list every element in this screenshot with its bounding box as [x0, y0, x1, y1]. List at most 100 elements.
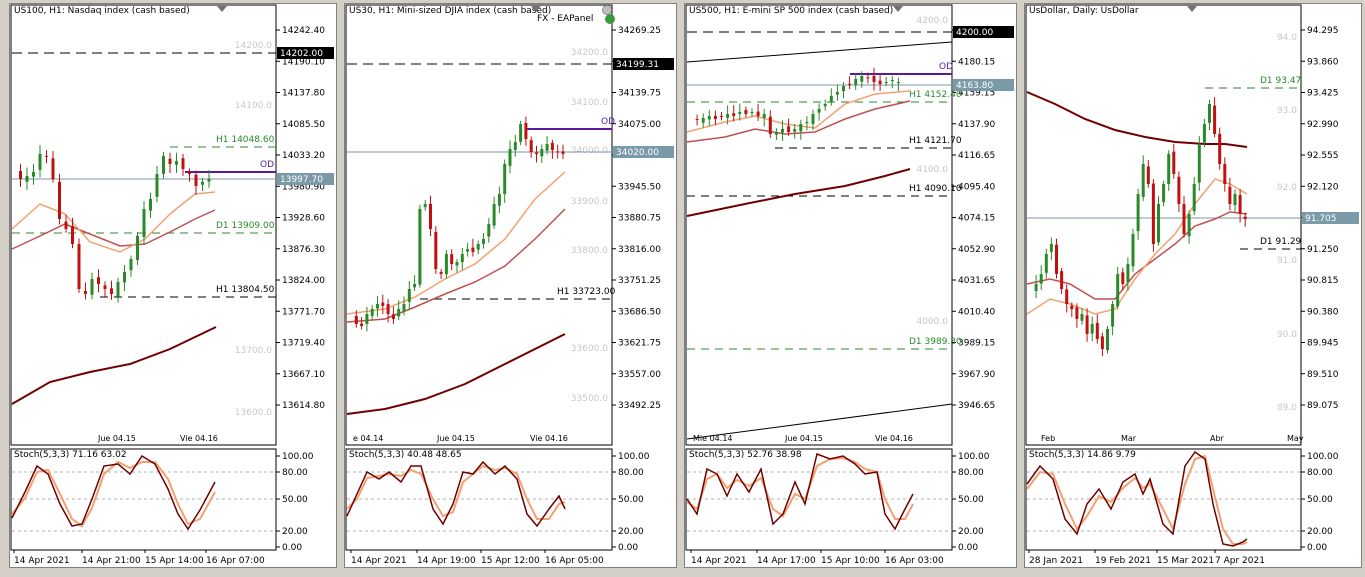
stoch-tick-label: 100.00	[1307, 452, 1339, 462]
candle-body	[439, 271, 443, 274]
candle-body	[860, 76, 864, 82]
date-axis-label: 7 Apr 2021	[1215, 556, 1265, 566]
date-axis-label: 16 Apr 07:00	[206, 556, 265, 566]
chart-title: UsDollar, Daily: UsDollar	[1029, 6, 1139, 16]
candle-body	[793, 129, 797, 132]
candle-body	[381, 302, 385, 306]
stoch-tick-label: 0.00	[618, 543, 638, 553]
chart-svg-us500[interactable]: 4200.004180.154159.154137.904116.654095.…	[685, 4, 1016, 567]
round-level-label: 34000.0	[571, 146, 608, 156]
chart-panel-us500[interactable]: 4200.004180.154159.154137.904116.654095.…	[684, 3, 1017, 568]
level-label: H1 13804.50	[216, 285, 275, 295]
candle-body	[513, 142, 517, 150]
candle-body	[1197, 144, 1201, 183]
candle-body	[45, 155, 48, 157]
candle-body	[799, 124, 803, 132]
candle-body	[1172, 151, 1176, 174]
candle-body	[103, 285, 107, 289]
stoch-tick-label: 20.00	[618, 527, 644, 537]
candle-body	[823, 104, 827, 107]
candle-body	[418, 209, 422, 285]
candle-body	[781, 129, 784, 133]
candle-body	[529, 140, 533, 152]
price-tick-label: 33492.25	[618, 401, 661, 411]
date-axis-label: 16 Apr 05:00	[545, 556, 604, 566]
price-tick-label: 4095.40	[958, 182, 995, 192]
candle-body	[1090, 324, 1094, 334]
chart-svg-us100[interactable]: 14242.4014190.1014137.8014085.5014033.20…	[10, 4, 336, 567]
price-tick-label: 13928.60	[282, 214, 325, 224]
candle-body	[1100, 336, 1104, 349]
candle-body	[1085, 315, 1089, 334]
candle-body	[720, 116, 723, 118]
chart-svg-us30[interactable]: 34269.2534204.2034139.7534075.0034010.25…	[345, 4, 676, 567]
round-level-label: 34200.0	[571, 48, 608, 58]
stoch-tick-label: 100.00	[618, 452, 650, 462]
price-tick-label: 90.380	[1307, 307, 1339, 317]
candle-body	[1187, 214, 1191, 237]
candle-body	[1177, 176, 1181, 204]
chart-title: US100, H1: Nasdaq index (cash based)	[14, 6, 190, 16]
price-tick-label: 4052.90	[958, 245, 995, 255]
stoch-signal-line	[686, 456, 914, 520]
candle-body	[142, 209, 146, 238]
date-axis-label: 15 Apr 12:00	[481, 556, 540, 566]
candle-body	[1131, 234, 1135, 267]
chart-title: US30, H1: Mini-sized DJIA index (cash ba…	[349, 6, 552, 16]
chart-panel-usdollar[interactable]: 94.29593.86093.42592.99092.55592.12091.6…	[1024, 3, 1362, 568]
price-tick-label: 3967.90	[958, 370, 995, 380]
eapanel-icon[interactable]	[605, 14, 615, 24]
time-axis-label: Jue 04.15	[436, 434, 475, 443]
round-level-label: 94.0	[1277, 33, 1297, 43]
round-level-label: 33800.0	[571, 246, 608, 256]
chevron-down-icon[interactable]	[893, 6, 903, 12]
candle-body	[701, 118, 705, 123]
candle-body	[756, 111, 760, 116]
round-level-label: 13700.0	[235, 346, 272, 356]
candle-body	[1136, 194, 1140, 232]
price-tick-label: 90.815	[1307, 276, 1339, 286]
candle-body	[1116, 274, 1120, 307]
candle-body	[497, 194, 501, 206]
price-tick-label: 4031.65	[958, 276, 995, 286]
date-axis-label: 19 Feb 2021	[1095, 556, 1151, 566]
stoch-tick-label: 0.00	[282, 543, 302, 553]
level-tag: 34199.31	[616, 60, 659, 70]
stoch-plot-frame	[1025, 448, 1302, 551]
price-tick-label: 13824.00	[282, 276, 325, 286]
chevron-down-icon[interactable]	[217, 6, 227, 12]
candle-body	[407, 289, 411, 302]
stoch-tick-label: 0.00	[1307, 543, 1327, 553]
round-level-label: 91.0	[1277, 256, 1297, 266]
level-label: D1 91.29	[1260, 237, 1302, 247]
candle-body	[1080, 314, 1084, 321]
time-axis-label: Mie 04.14	[693, 434, 733, 443]
chart-panel-us100[interactable]: 14242.40 14190.10 14137.80 14085.50 14033.20…	[9, 3, 337, 568]
level-label: D1 93.47	[1260, 76, 1301, 86]
price-tick-label: 89.945	[1307, 339, 1339, 349]
price-tick-label: 92.120	[1307, 182, 1339, 192]
ma-fast-line	[346, 171, 566, 315]
chevron-down-icon[interactable]	[531, 6, 541, 12]
candle-body	[181, 158, 185, 169]
price-tick-label: 13876.30	[282, 245, 325, 255]
price-tick-label: 13719.40	[282, 339, 325, 349]
candle-body	[376, 304, 379, 309]
candle-body	[1202, 124, 1206, 143]
candle-body	[787, 126, 791, 132]
price-tick-label: 14242.40	[282, 26, 325, 36]
ma-slow-line	[11, 326, 217, 405]
stoch-tick-label: 50.00	[1307, 495, 1333, 505]
chart-svg-usdollar[interactable]: 94.29593.86093.42592.99092.55592.12091.6…	[1025, 4, 1361, 567]
round-level-label: 4200.0	[917, 16, 949, 26]
candle-body	[835, 92, 839, 95]
stoch-label: Stoch(5,3,3) 52.76 38.98	[689, 450, 802, 460]
date-axis-label: 15 Apr 14:00	[145, 556, 204, 566]
stoch-tick-label: 50.00	[618, 495, 644, 505]
price-tag: 4163.80	[956, 81, 993, 91]
chevron-down-icon[interactable]	[1187, 6, 1197, 12]
eapanel-label[interactable]: FX - EAPanel	[537, 14, 593, 24]
price-tick-label: 13667.10	[282, 370, 325, 380]
chart-panel-us30[interactable]: 34269.2534204.2034139.7534075.0034010.25…	[344, 3, 677, 568]
candle-body	[1039, 274, 1043, 284]
